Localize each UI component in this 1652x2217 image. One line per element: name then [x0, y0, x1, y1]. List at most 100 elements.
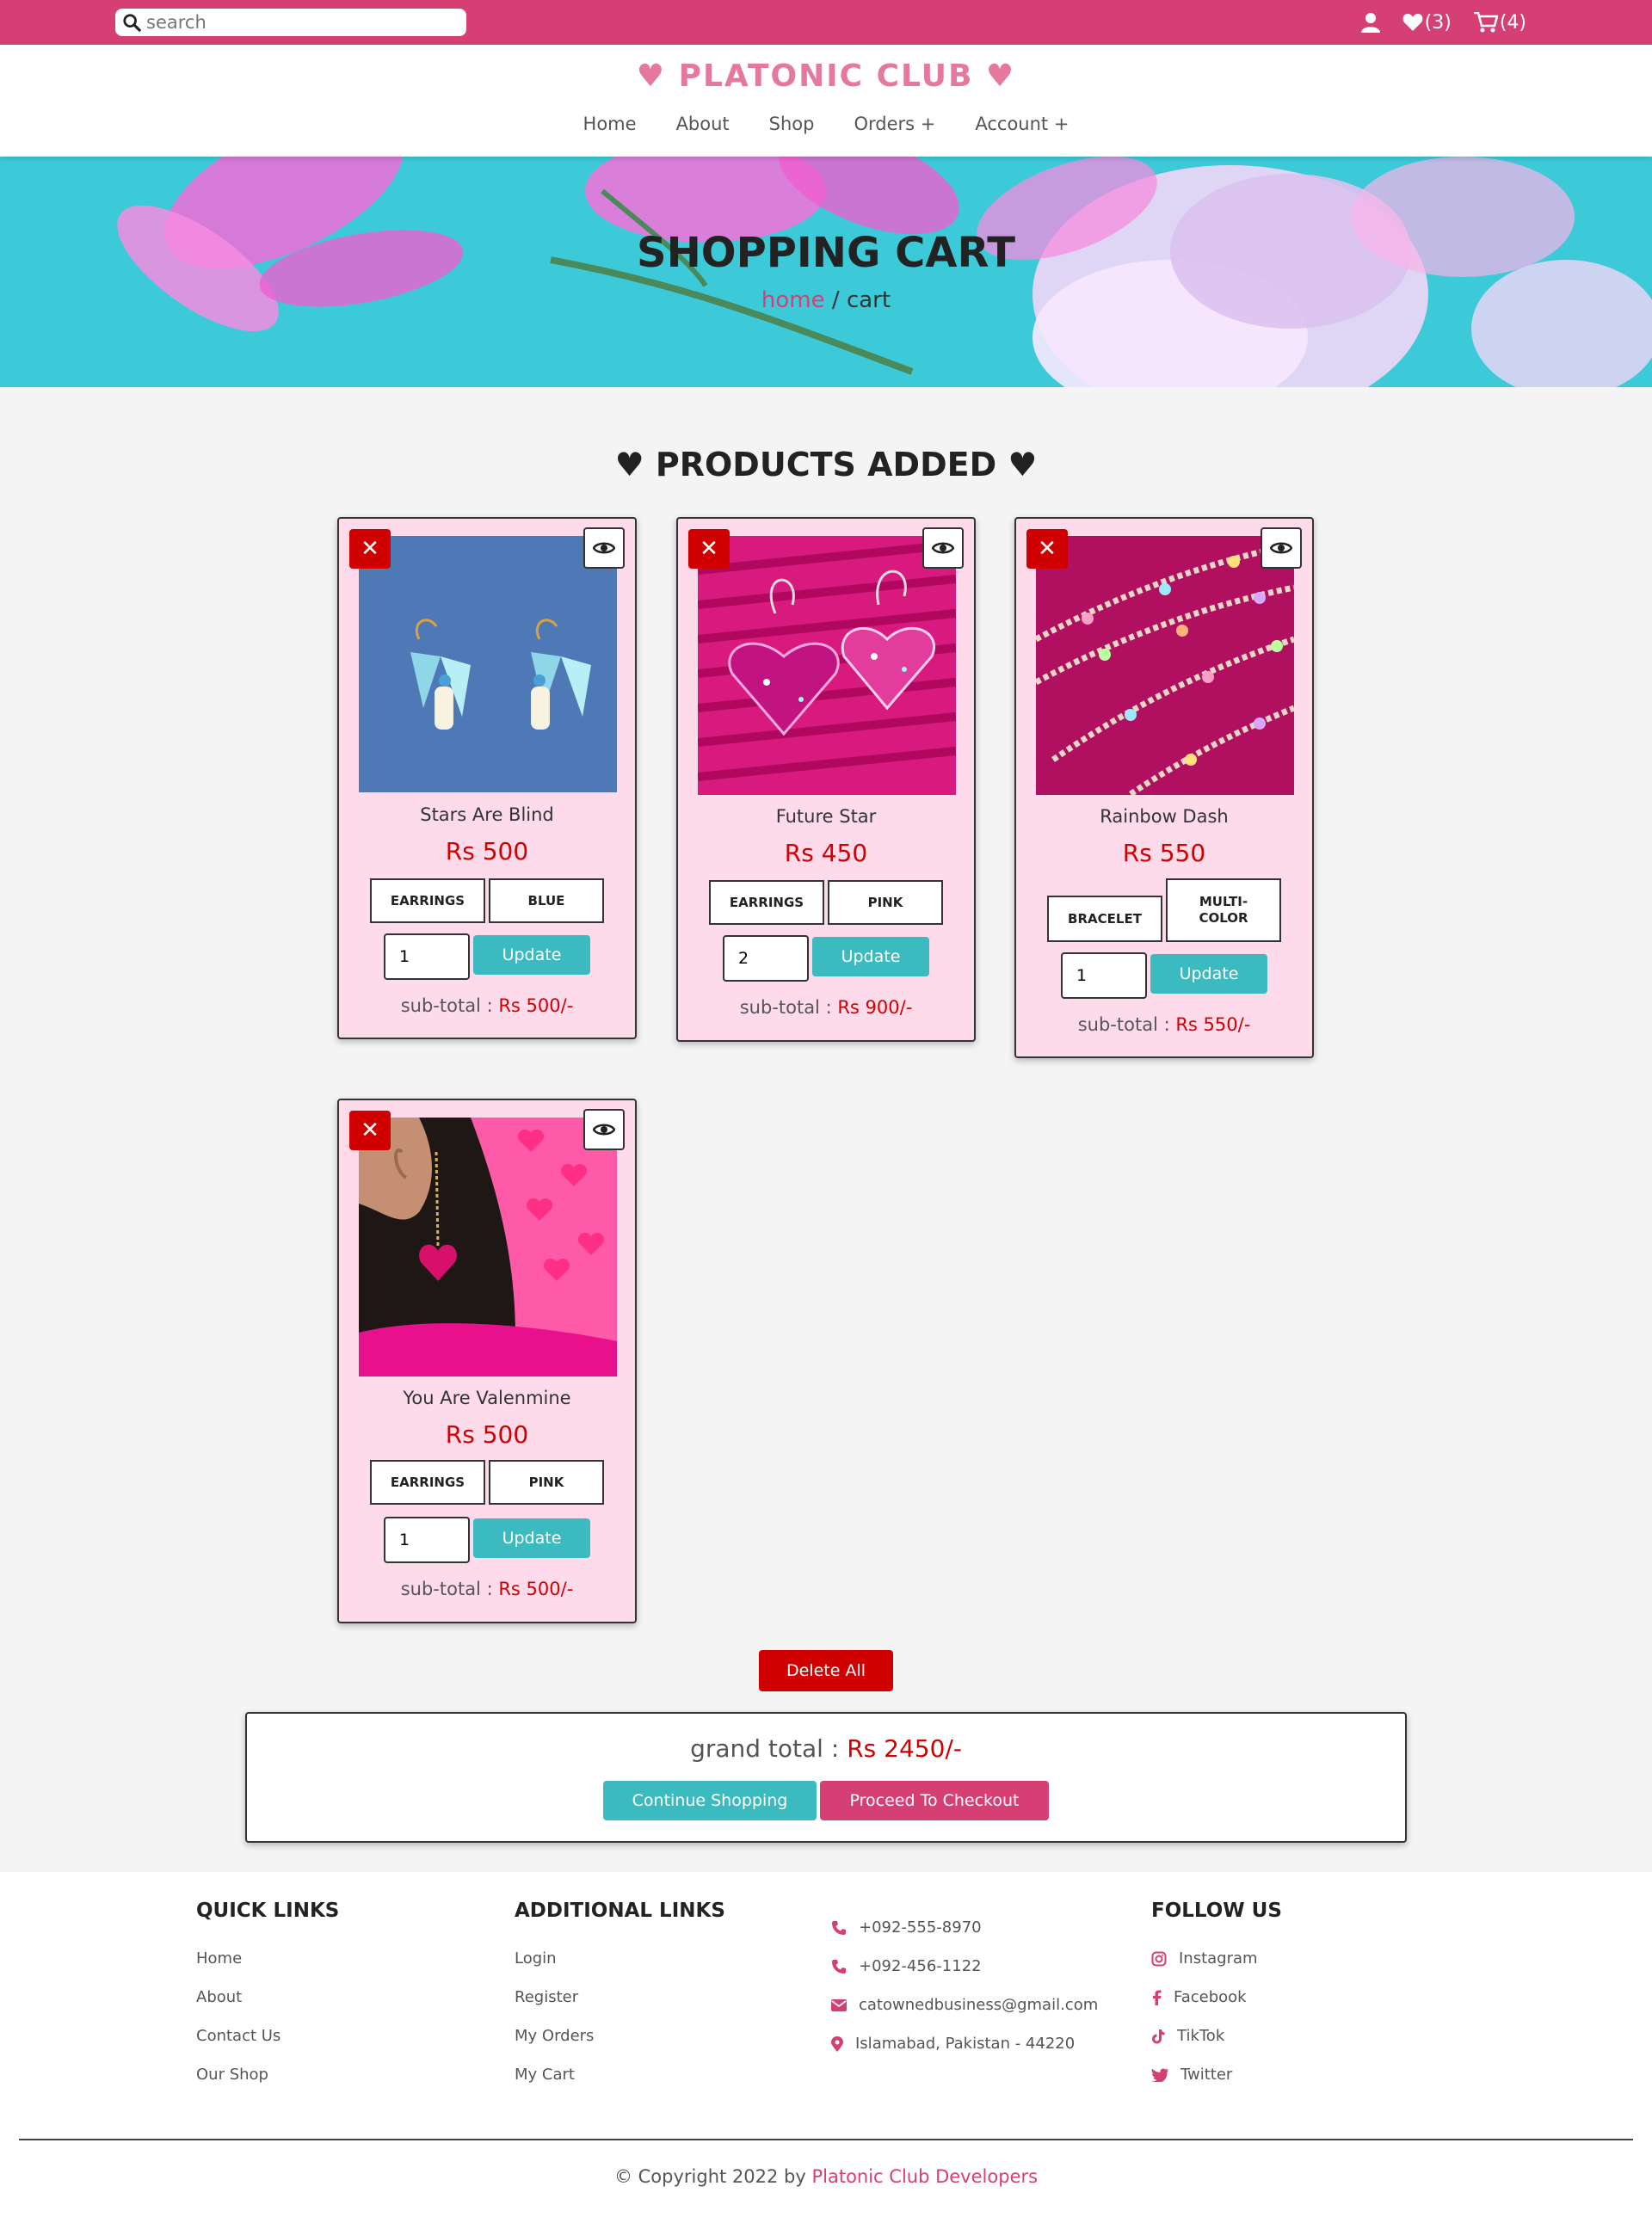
facebook-icon — [1153, 1990, 1162, 2005]
social-tiktok[interactable]: TikTok — [1151, 2017, 1282, 2055]
search-box[interactable] — [115, 9, 466, 36]
view-item-button[interactable] — [922, 527, 964, 569]
footer-link-orders[interactable]: My Orders — [515, 2017, 725, 2055]
search-icon[interactable] — [122, 13, 141, 32]
remove-item-button[interactable]: ✕ — [349, 1111, 391, 1150]
contact-phone-1[interactable]: +092-555-8970 — [831, 1908, 1098, 1947]
subtotal: sub-total : Rs 500/- — [339, 995, 635, 1016]
view-item-button[interactable] — [583, 1109, 625, 1150]
eye-icon — [1270, 542, 1292, 554]
color-tag: MULTI-COLOR — [1166, 878, 1281, 942]
category-tag: EARRINGS — [709, 880, 824, 925]
breadcrumb-home-link[interactable]: home — [761, 287, 825, 313]
footer-link-home[interactable]: Home — [196, 1939, 339, 1978]
tiktok-icon — [1152, 2029, 1165, 2043]
product-image — [359, 536, 617, 792]
eye-icon — [932, 542, 954, 554]
contact-address: Islamabad, Pakistan - 44220 — [831, 2024, 1098, 2063]
social-facebook[interactable]: Facebook — [1151, 1978, 1282, 2017]
cart-count: (4) — [1499, 11, 1526, 34]
checkout-actions: Continue Shopping Proceed To Checkout — [247, 1781, 1405, 1820]
account-button[interactable] — [1360, 12, 1380, 33]
phone-icon — [832, 1920, 846, 1935]
cart-button[interactable]: (4) — [1473, 11, 1526, 34]
quantity-input[interactable] — [384, 933, 470, 980]
delete-all-button[interactable]: Delete All — [759, 1650, 893, 1691]
follow-us: FOLLOW US Instagram Facebook TikTok Twit… — [1151, 1900, 1282, 2094]
social-twitter-label: Twitter — [1180, 2066, 1233, 2084]
grand-total: grand total : Rs 2450/- — [247, 1734, 1405, 1763]
contact-email[interactable]: catownedbusiness@gmail.com — [831, 1986, 1098, 2024]
product-image — [698, 536, 956, 795]
quantity-input[interactable] — [1061, 952, 1147, 999]
quantity-row: Update — [384, 933, 590, 980]
quantity-input[interactable] — [384, 1517, 470, 1563]
nav-home[interactable]: Home — [583, 114, 637, 134]
category-tag: EARRINGS — [370, 1460, 485, 1505]
close-icon: ✕ — [361, 1118, 379, 1143]
subtotal-amount: Rs 900/- — [837, 997, 913, 1018]
social-twitter[interactable]: Twitter — [1151, 2055, 1282, 2094]
hero-banner: SHOPPING CART home / cart — [0, 157, 1652, 387]
nav-about[interactable]: About — [676, 114, 730, 134]
view-item-button[interactable] — [1261, 527, 1302, 569]
product-price: Rs 550 — [1122, 839, 1206, 867]
product-name: You Are Valenmine — [403, 1388, 571, 1408]
color-tag: PINK — [828, 880, 943, 925]
follow-us-title: FOLLOW US — [1151, 1900, 1282, 1922]
product-image — [1036, 536, 1294, 795]
copyright-prefix: © Copyright 2022 by — [613, 2166, 812, 2187]
wishlist-button[interactable]: (3) — [1402, 12, 1452, 34]
top-bar: (3) (4) — [0, 0, 1652, 45]
continue-shopping-button[interactable]: Continue Shopping — [603, 1781, 817, 1820]
update-button[interactable]: Update — [812, 937, 929, 976]
product-tags: EARRINGS BLUE — [370, 878, 604, 923]
quick-links-title: QUICK LINKS — [196, 1900, 340, 1922]
product-price: Rs 500 — [445, 837, 529, 865]
contact-phone-2-text: +092-456-1122 — [859, 1957, 982, 1975]
main-nav: Home About Shop Orders + Account + — [0, 114, 1652, 134]
footer-link-register[interactable]: Register — [515, 1978, 725, 2017]
cart-item-card: ✕ You Are Valenmine Rs 500 EARRINGS PINK — [337, 1099, 637, 1623]
update-button[interactable]: Update — [473, 1518, 590, 1558]
view-item-button[interactable] — [583, 527, 625, 569]
site-logo[interactable]: ♥ PLATONIC CLUB ♥ — [0, 59, 1652, 94]
contact-email-text: catownedbusiness@gmail.com — [859, 1996, 1099, 2014]
social-instagram[interactable]: Instagram — [1151, 1939, 1282, 1978]
product-name: Stars Are Blind — [420, 804, 554, 825]
subtotal-label: sub-total : — [400, 995, 499, 1016]
footer-link-login[interactable]: Login — [515, 1939, 725, 1978]
update-button[interactable]: Update — [473, 935, 590, 975]
search-input[interactable] — [146, 12, 456, 33]
developer-link[interactable]: Platonic Club Developers — [811, 2166, 1038, 2187]
remove-item-button[interactable]: ✕ — [349, 529, 391, 569]
product-name: Future Star — [775, 806, 877, 827]
additional-links-title: ADDITIONAL LINKS — [515, 1900, 725, 1922]
quick-links: QUICK LINKS Home About Contact Us Our Sh… — [196, 1900, 339, 2094]
nav-shop[interactable]: Shop — [769, 114, 815, 134]
proceed-to-checkout-button[interactable]: Proceed To Checkout — [820, 1781, 1049, 1820]
breadcrumb: home / cart — [0, 287, 1652, 313]
nav-orders[interactable]: Orders + — [854, 114, 935, 134]
nav-account[interactable]: Account + — [975, 114, 1069, 134]
footer-link-contact[interactable]: Contact Us — [196, 2017, 339, 2055]
grand-total-box: grand total : Rs 2450/- Continue Shoppin… — [245, 1712, 1407, 1843]
subtotal-amount: Rs 500/- — [498, 995, 574, 1016]
social-facebook-label: Facebook — [1174, 1988, 1247, 2006]
quantity-input[interactable] — [723, 935, 809, 982]
footer-link-shop[interactable]: Our Shop — [196, 2055, 339, 2094]
footer-link-about[interactable]: About — [196, 1978, 339, 2017]
close-icon: ✕ — [1038, 536, 1057, 562]
product-price: Rs 450 — [784, 839, 868, 867]
remove-item-button[interactable]: ✕ — [1026, 529, 1068, 569]
twitter-icon — [1151, 2067, 1168, 2082]
remove-item-button[interactable]: ✕ — [688, 529, 730, 569]
footer-link-cart[interactable]: My Cart — [515, 2055, 725, 2094]
user-icon[interactable] — [1360, 12, 1380, 33]
top-icons: (3) (4) — [1360, 7, 1526, 38]
footer: QUICK LINKS Home About Contact Us Our Sh… — [0, 1872, 1652, 2217]
instagram-icon — [1151, 1951, 1167, 1966]
color-tag: BLUE — [489, 878, 604, 923]
update-button[interactable]: Update — [1150, 954, 1267, 994]
contact-phone-2[interactable]: +092-456-1122 — [831, 1947, 1098, 1986]
